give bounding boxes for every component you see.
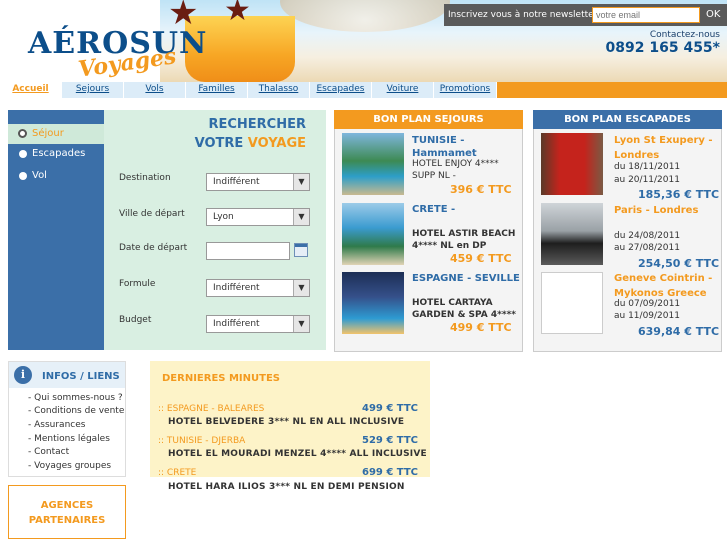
escapade-thumbnail[interactable] xyxy=(541,203,603,265)
destination-select[interactable]: Indifférent ▼ xyxy=(206,173,310,191)
chevron-down-icon[interactable]: ▼ xyxy=(293,316,309,332)
dm-hotel[interactable]: HOTEL BELVEDERE 3*** NL EN ALL INCLUSIVE xyxy=(168,417,404,427)
agences-line2: PARTENAIRES xyxy=(28,515,106,526)
dm-price: 529 € TTC xyxy=(362,435,419,446)
newsletter-submit-button[interactable]: OK xyxy=(706,4,720,26)
sejour-dest[interactable]: TUNISIE - xyxy=(412,135,464,146)
budget-select[interactable]: Indifférent ▼ xyxy=(206,315,310,333)
nav-thalasso[interactable]: Thalasso xyxy=(248,82,310,98)
nav-sejours[interactable]: Sejours xyxy=(62,82,124,98)
escapade-dest-line2[interactable]: Londres xyxy=(614,150,659,161)
calendar-icon[interactable] xyxy=(294,243,308,257)
chevron-down-icon[interactable]: ▼ xyxy=(293,280,309,296)
search-title: RECHERCHER xyxy=(208,117,306,132)
search-tab-sejour[interactable]: Séjour xyxy=(8,124,104,144)
search-tab-label: Séjour xyxy=(32,128,64,139)
newsletter-label: Inscrivez vous à notre newsletter : xyxy=(448,10,604,20)
nav-filler-bar xyxy=(497,82,727,98)
sejour-hotel: HOTEL ENJOY 4**** xyxy=(412,159,499,169)
radio-icon[interactable] xyxy=(19,172,27,180)
sejour-dest-city[interactable]: Hammamet xyxy=(412,148,477,158)
escapade-dest-line2[interactable]: Mykonos Greece xyxy=(614,288,707,299)
sejour-price: 396 € TTC xyxy=(450,183,512,196)
sejour-extra: SUPP NL - xyxy=(412,171,456,181)
agences-partenaires-button[interactable]: AGENCES PARTENAIRES xyxy=(8,485,126,539)
nav-escapades[interactable]: Escapades xyxy=(310,82,372,98)
dm-destination[interactable]: :: ESPAGNE - BALEARES xyxy=(158,404,264,414)
sejour-thumbnail[interactable] xyxy=(342,133,404,195)
escapade-date-to: au 11/09/2011 xyxy=(614,311,680,321)
escapade-date-to: au 27/08/2011 xyxy=(614,243,680,253)
escapade-dest[interactable]: Geneve Cointrin - xyxy=(614,273,712,284)
sejour-dest[interactable]: CRETE - xyxy=(412,204,455,215)
ville-depart-label: Ville de départ xyxy=(119,209,185,219)
link-conditions-vente[interactable]: - Conditions de vente xyxy=(28,406,124,416)
link-contact[interactable]: - Contact xyxy=(28,447,69,457)
dm-price: 699 € TTC xyxy=(362,467,419,478)
newsletter-email-input[interactable] xyxy=(592,7,700,23)
dm-hotel[interactable]: HOTEL HARA ILIOS 3*** NL EN DEMI PENSION xyxy=(168,482,405,492)
bon-plan-escapades-title: BON PLAN ESCAPADES xyxy=(533,110,722,129)
nav-vols[interactable]: Vols xyxy=(124,82,186,98)
infos-liens-title: INFOS / LIENS xyxy=(42,371,120,382)
link-qui-sommes-nous[interactable]: - Qui sommes-nous ? xyxy=(28,393,123,403)
sejour-price: 459 € TTC xyxy=(450,252,512,265)
chevron-down-icon[interactable]: ▼ xyxy=(293,209,309,225)
radio-selected-icon[interactable] xyxy=(18,129,27,138)
budget-label: Budget xyxy=(119,315,152,325)
search-tab-escapades[interactable]: Escapades xyxy=(8,144,104,164)
sejour-extra: GARDEN & SPA 4**** xyxy=(412,310,516,320)
escapade-dest[interactable]: Lyon St Exupery - xyxy=(614,135,713,146)
escapade-date-from: du 18/11/2011 xyxy=(614,162,681,172)
escapade-date-to: au 20/11/2011 xyxy=(614,175,680,185)
info-icon: i xyxy=(14,366,32,384)
sejour-price: 499 € TTC xyxy=(450,321,512,334)
agences-line1: AGENCES xyxy=(40,500,94,511)
dernieres-minutes-title: DERNIERES MINUTES xyxy=(162,373,280,384)
phone-number: 0892 165 455* xyxy=(605,40,720,56)
dm-price: 499 € TTC xyxy=(362,403,419,414)
nav-accueil[interactable]: Accueil xyxy=(0,82,62,98)
link-voyages-groupes[interactable]: - Voyages groupes xyxy=(28,461,111,471)
dm-hotel[interactable]: HOTEL EL MOURADI MENZEL 4**** ALL INCLUS… xyxy=(168,449,427,459)
sejour-hotel: HOTEL CARTAYA xyxy=(412,298,493,308)
link-assurances[interactable]: - Assurances xyxy=(28,420,85,430)
search-tab-vol[interactable]: Vol xyxy=(8,166,104,186)
sejour-thumbnail[interactable] xyxy=(342,272,404,334)
newsletter-bar: Inscrivez vous à notre newsletter : OK xyxy=(444,4,727,26)
star-icon: ★ xyxy=(224,0,251,28)
search-tab-label: Vol xyxy=(32,170,47,181)
chevron-down-icon[interactable]: ▼ xyxy=(293,174,309,190)
escapade-price: 639,84 € TTC xyxy=(638,325,720,338)
date-depart-input[interactable] xyxy=(206,242,290,260)
search-subtitle: VOTRE VOYAGE xyxy=(194,136,306,151)
escapade-thumbnail[interactable] xyxy=(541,133,603,195)
link-mentions-legales[interactable]: - Mentions légales xyxy=(28,434,110,444)
contact-label[interactable]: Contactez-nous xyxy=(620,30,720,40)
dm-destination[interactable]: :: CRETE xyxy=(158,468,196,478)
ville-depart-select[interactable]: Lyon ▼ xyxy=(206,208,310,226)
sejour-thumbnail[interactable] xyxy=(342,203,404,265)
escapade-thumbnail-empty[interactable] xyxy=(541,272,603,334)
formule-select[interactable]: Indifférent ▼ xyxy=(206,279,310,297)
formule-label: Formule xyxy=(119,279,156,289)
escapade-price: 185,36 € TTC xyxy=(638,188,720,201)
sejour-dest[interactable]: ESPAGNE - SEVILLE xyxy=(412,273,520,284)
sejour-hotel: HOTEL ASTIR BEACH xyxy=(412,229,516,239)
nav-promotions[interactable]: Promotions xyxy=(434,82,497,98)
radio-icon[interactable] xyxy=(19,150,27,158)
escapade-dest[interactable]: Paris - Londres xyxy=(614,205,698,216)
escapade-date-from: du 07/09/2011 xyxy=(614,299,681,309)
destination-label: Destination xyxy=(119,173,171,183)
nav-familles[interactable]: Familles xyxy=(186,82,248,98)
sejour-extra: 4**** NL en DP xyxy=(412,241,487,251)
escapade-date-from: du 24/08/2011 xyxy=(614,231,681,241)
dm-destination[interactable]: :: TUNISIE - DJERBA xyxy=(158,436,245,446)
bon-plan-sejours-title: BON PLAN SEJOURS xyxy=(334,110,523,129)
escapade-price: 254,50 € TTC xyxy=(638,257,720,270)
date-depart-label: Date de départ xyxy=(119,243,188,253)
search-tab-label: Escapades xyxy=(32,148,86,159)
nav-voiture[interactable]: Voiture xyxy=(372,82,434,98)
